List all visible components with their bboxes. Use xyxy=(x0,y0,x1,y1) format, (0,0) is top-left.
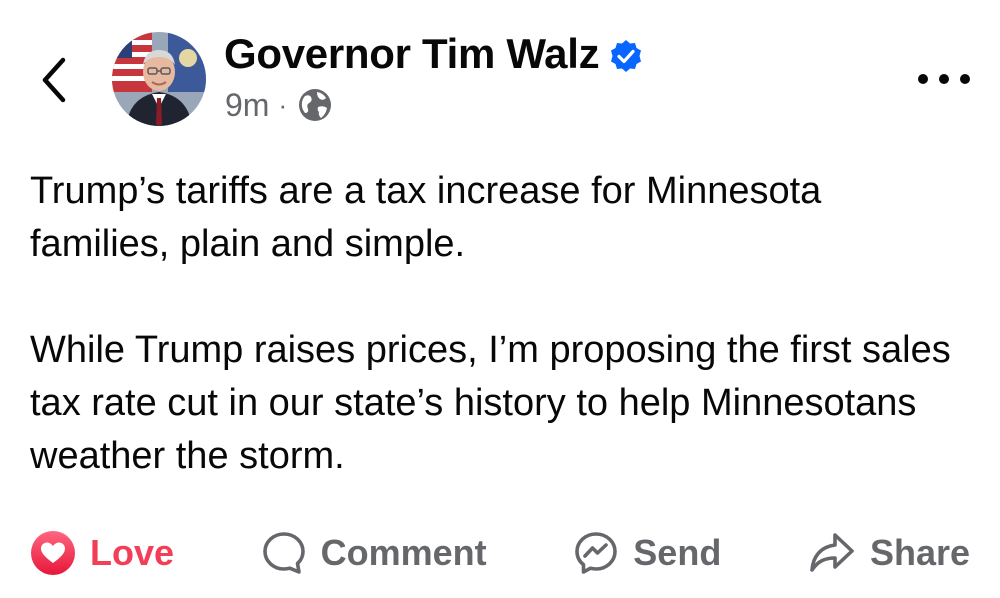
chevron-left-icon xyxy=(42,57,66,103)
more-horizontal-icon xyxy=(960,74,970,84)
love-label: Love xyxy=(90,532,175,573)
post-paragraph: While Trump raises prices, I’m proposing… xyxy=(30,329,951,477)
avatar-photo xyxy=(112,32,206,126)
share-label: Share xyxy=(869,532,970,573)
send-label: Send xyxy=(633,532,722,573)
comment-icon xyxy=(262,532,305,574)
comment-label: Comment xyxy=(320,532,487,573)
more-horizontal-icon xyxy=(939,74,949,84)
more-horizontal-icon xyxy=(918,74,928,84)
love-reaction-icon xyxy=(31,531,75,575)
comment-button[interactable]: Comment xyxy=(261,530,487,576)
globe-icon xyxy=(299,89,332,121)
meta-separator: · xyxy=(278,89,288,120)
more-options-button[interactable] xyxy=(918,62,970,96)
messenger-icon xyxy=(575,532,618,574)
verified-badge-icon xyxy=(611,40,642,72)
author-name[interactable]: Governor Tim Walz xyxy=(224,30,600,78)
share-arrow-icon xyxy=(810,533,854,572)
love-reaction-button[interactable]: Love xyxy=(30,530,174,576)
send-button[interactable]: Send xyxy=(573,530,721,576)
back-button[interactable] xyxy=(30,52,78,108)
share-button[interactable]: Share xyxy=(808,530,970,576)
avatar[interactable] xyxy=(112,32,206,126)
post-meta: 9m · xyxy=(225,86,334,124)
post-text: Trump’s tariffs are a tax increase for M… xyxy=(30,165,970,483)
author-name-row[interactable]: Governor Tim Walz xyxy=(224,30,643,78)
post-timestamp[interactable]: 9m xyxy=(225,87,269,124)
post-paragraph: Trump’s tariffs are a tax increase for M… xyxy=(30,170,822,265)
post-action-bar: Love Comment Send Share xyxy=(30,525,970,581)
